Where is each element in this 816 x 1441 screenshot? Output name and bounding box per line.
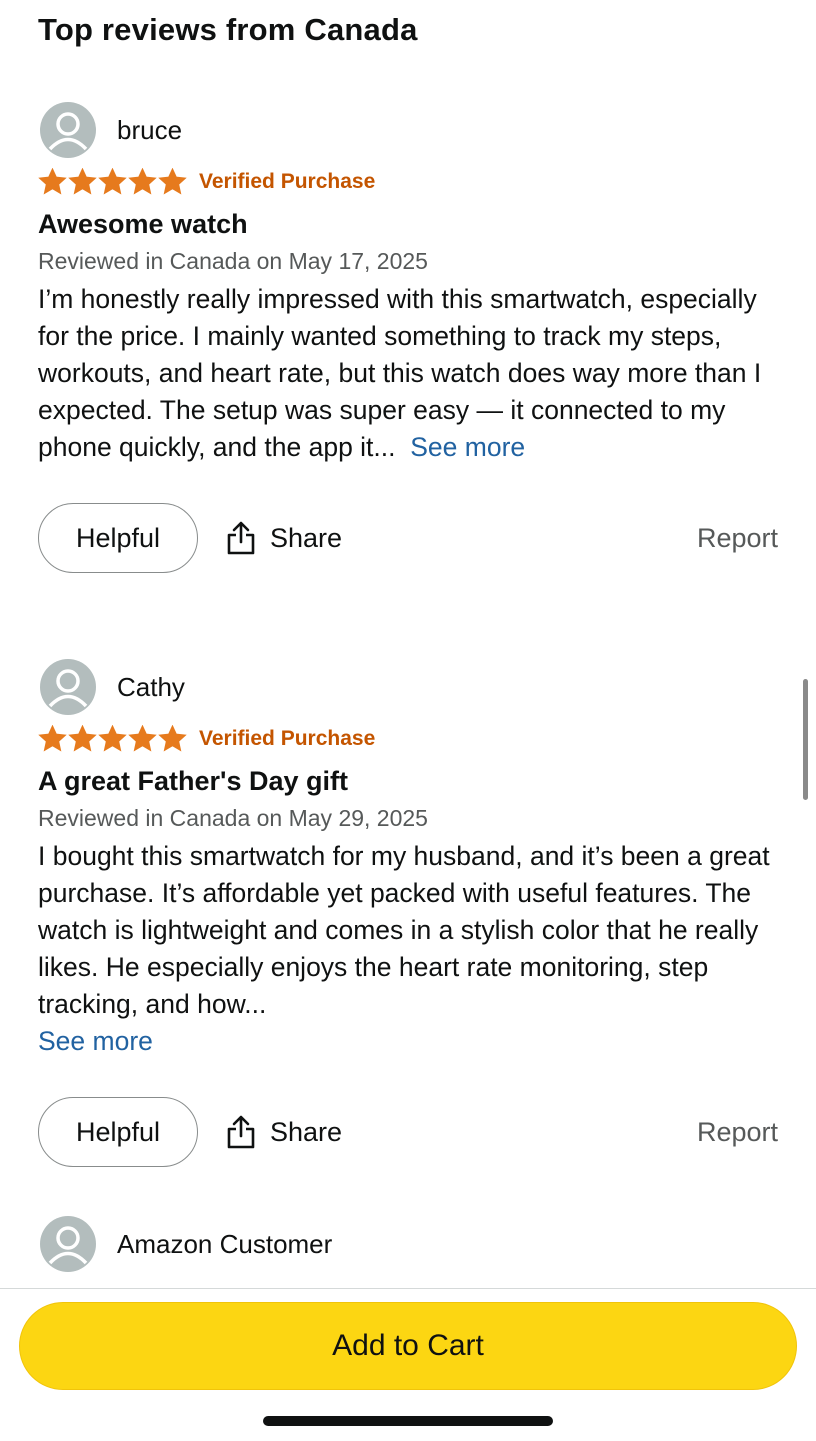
rating-row: Verified Purchase bbox=[38, 724, 780, 754]
review-body: I bought this smartwatch for my husband,… bbox=[38, 838, 780, 1060]
reviewer-header: bruce bbox=[38, 101, 780, 159]
scrollbar[interactable] bbox=[803, 679, 808, 800]
bottom-action-bar: Add to Cart bbox=[0, 1288, 816, 1441]
share-icon bbox=[227, 521, 255, 555]
review-title: A great Father's Day gift bbox=[38, 766, 348, 796]
star-rating bbox=[38, 168, 187, 196]
verified-purchase-badge: Verified Purchase bbox=[199, 170, 376, 193]
star-icon bbox=[128, 725, 157, 752]
star-icon bbox=[158, 168, 187, 195]
verified-purchase-badge: Verified Purchase bbox=[199, 727, 376, 750]
review-card: Cathy Verified Purchase A great Father's… bbox=[38, 658, 780, 1168]
add-to-cart-button[interactable]: Add to Cart bbox=[19, 1302, 797, 1390]
person-avatar-icon bbox=[40, 1216, 96, 1272]
review-date: Reviewed in Canada on May 17, 2025 bbox=[38, 248, 428, 274]
star-icon bbox=[38, 725, 67, 752]
star-icon bbox=[128, 168, 157, 195]
review-body: I’m honestly really impressed with this … bbox=[38, 281, 780, 466]
review-text: I’m honestly really impressed with this … bbox=[38, 284, 762, 462]
share-icon bbox=[227, 1115, 255, 1149]
reviewer-name[interactable]: bruce bbox=[117, 115, 182, 146]
report-link[interactable]: Report bbox=[697, 523, 778, 554]
star-icon bbox=[68, 725, 97, 752]
star-icon bbox=[98, 168, 127, 195]
review-title: Awesome watch bbox=[38, 209, 248, 239]
helpful-button[interactable]: Helpful bbox=[38, 1097, 198, 1167]
review-date: Reviewed in Canada on May 29, 2025 bbox=[38, 805, 428, 831]
reviewer-name[interactable]: Amazon Customer bbox=[117, 1229, 332, 1260]
share-label: Share bbox=[270, 522, 343, 553]
star-icon bbox=[98, 725, 127, 752]
star-rating bbox=[38, 725, 187, 753]
see-more-link[interactable]: See more bbox=[410, 432, 525, 462]
share-button[interactable]: Share bbox=[226, 1114, 342, 1150]
page-title: Top reviews from Canada bbox=[38, 12, 418, 47]
reviewer-header: Amazon Customer bbox=[38, 1215, 780, 1273]
reviewer-name[interactable]: Cathy bbox=[117, 672, 185, 703]
reviewer-header: Cathy bbox=[38, 658, 780, 716]
review-actions: Helpful Share Report bbox=[38, 1096, 780, 1168]
person-avatar-icon bbox=[40, 102, 96, 158]
person-avatar-icon bbox=[40, 659, 96, 715]
report-link[interactable]: Report bbox=[697, 1117, 778, 1148]
rating-row: Verified Purchase bbox=[38, 167, 780, 197]
share-label: Share bbox=[270, 1116, 343, 1147]
review-card: bruce Verified Purchase Awesome watch Re… bbox=[38, 101, 780, 574]
share-button[interactable]: Share bbox=[226, 520, 342, 556]
star-icon bbox=[158, 725, 187, 752]
helpful-button[interactable]: Helpful bbox=[38, 503, 198, 573]
home-indicator bbox=[263, 1416, 553, 1426]
review-text: I bought this smartwatch for my husband,… bbox=[38, 841, 770, 1019]
star-icon bbox=[68, 168, 97, 195]
review-card: Amazon Customer bbox=[38, 1215, 780, 1273]
see-more-link[interactable]: See more bbox=[38, 1026, 153, 1056]
star-icon bbox=[38, 168, 67, 195]
review-actions: Helpful Share Report bbox=[38, 502, 780, 574]
